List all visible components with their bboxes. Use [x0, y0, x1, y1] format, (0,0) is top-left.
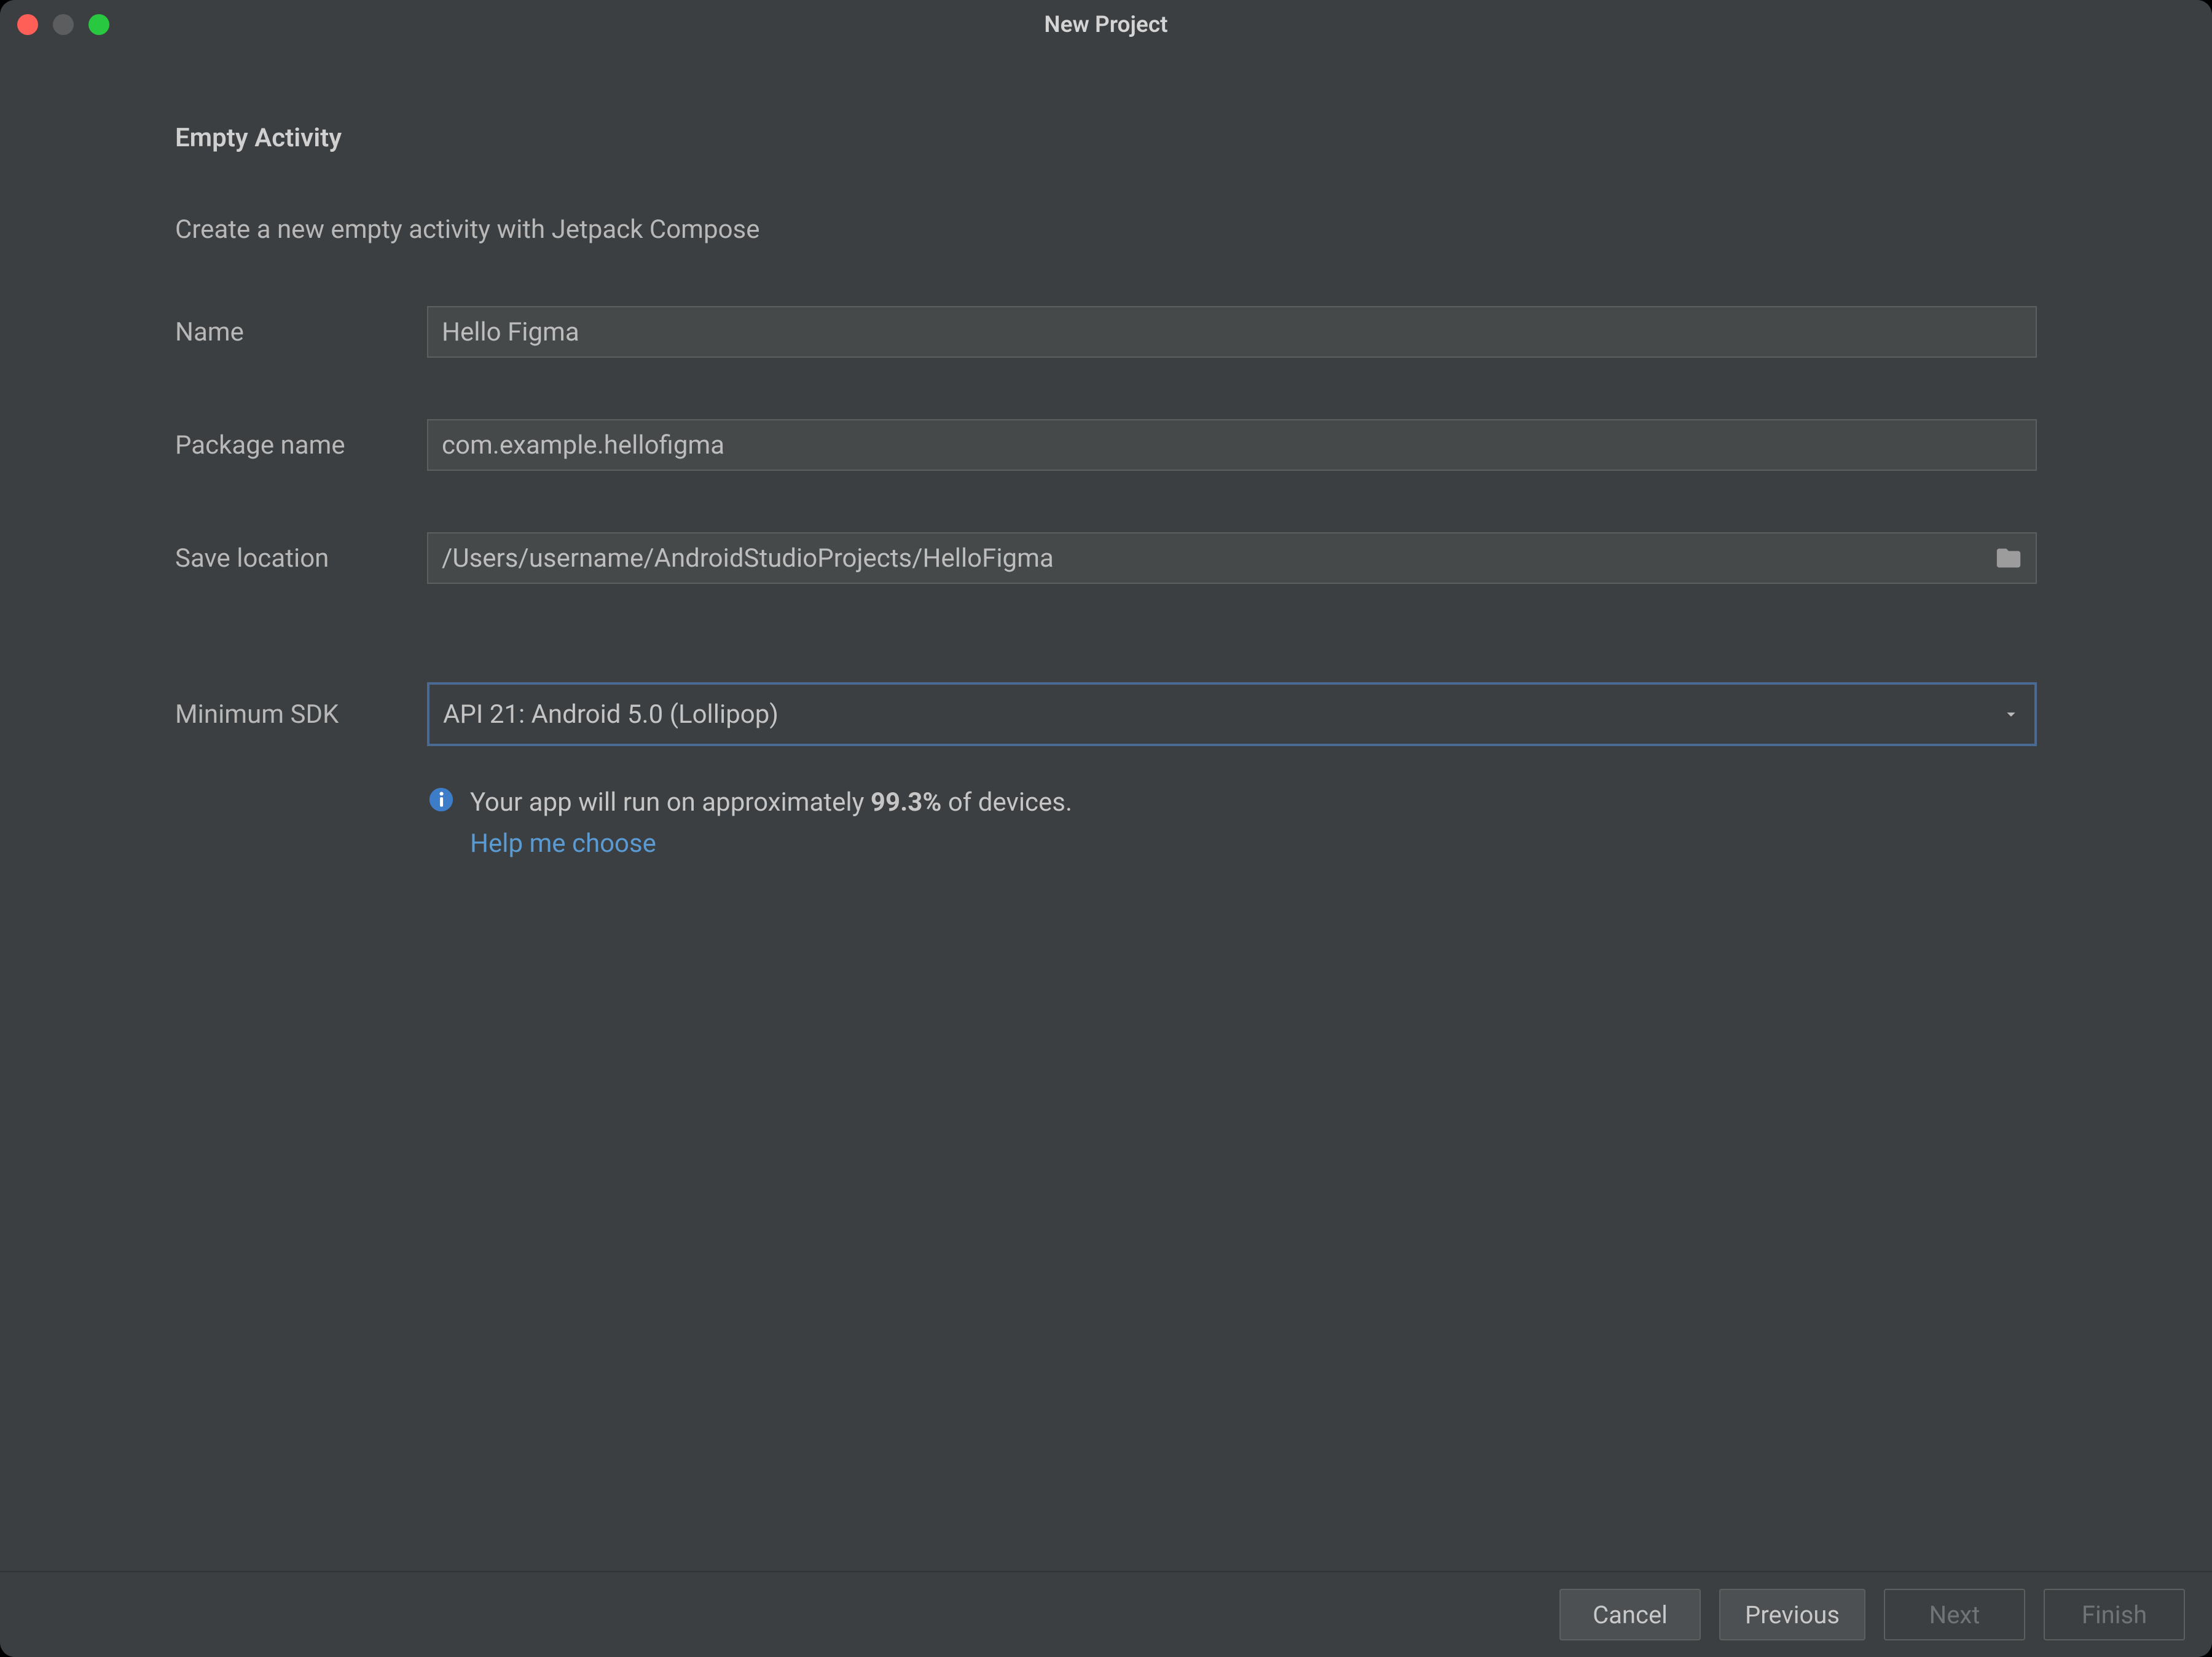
name-label: Name: [175, 317, 427, 347]
page-title: Empty Activity: [175, 123, 2037, 153]
sdk-select-value: API 21: Android 5.0 (Lollipop): [443, 699, 779, 730]
page-subtitle: Create a new empty activity with Jetpack…: [175, 215, 2037, 245]
location-row: Save location: [175, 532, 2037, 584]
sdk-info-text: Your app will run on approximately 99.3%…: [470, 783, 1072, 865]
browse-folder-button[interactable]: [1991, 541, 2026, 575]
dialog-window: New Project Empty Activity Create a new …: [0, 0, 2212, 1657]
name-row: Name: [175, 306, 2037, 358]
cancel-button[interactable]: Cancel: [1559, 1589, 1701, 1640]
sdk-info: Your app will run on approximately 99.3%…: [427, 783, 2037, 865]
help-me-choose-link[interactable]: Help me choose: [470, 822, 656, 865]
window-title: New Project: [0, 12, 2212, 38]
folder-icon: [1994, 544, 2023, 572]
info-icon: [427, 785, 455, 814]
dialog-content: Empty Activity Create a new empty activi…: [0, 49, 2212, 1571]
sdk-select[interactable]: API 21: Android 5.0 (Lollipop): [427, 682, 2037, 746]
close-icon[interactable]: [17, 14, 38, 35]
next-button: Next: [1884, 1589, 2025, 1640]
package-input[interactable]: [427, 419, 2037, 471]
window-controls: [17, 14, 109, 35]
titlebar: New Project: [0, 0, 2212, 49]
info-suffix: of devices.: [941, 787, 1072, 817]
info-prefix: Your app will run on approximately: [470, 787, 871, 817]
sdk-row: Minimum SDK API 21: Android 5.0 (Lollipo…: [175, 682, 2037, 746]
previous-button[interactable]: Previous: [1719, 1589, 1865, 1640]
chevron-down-icon: [2001, 704, 2021, 724]
package-label: Package name: [175, 430, 427, 460]
location-input[interactable]: [427, 532, 2037, 584]
maximize-icon[interactable]: [88, 14, 109, 35]
minimize-icon[interactable]: [53, 14, 74, 35]
package-row: Package name: [175, 419, 2037, 471]
dialog-footer: Cancel Previous Next Finish: [0, 1571, 2212, 1657]
sdk-label: Minimum SDK: [175, 699, 427, 730]
location-label: Save location: [175, 543, 427, 573]
name-input[interactable]: [427, 306, 2037, 358]
info-percent: 99.3%: [871, 787, 942, 817]
finish-button: Finish: [2044, 1589, 2185, 1640]
